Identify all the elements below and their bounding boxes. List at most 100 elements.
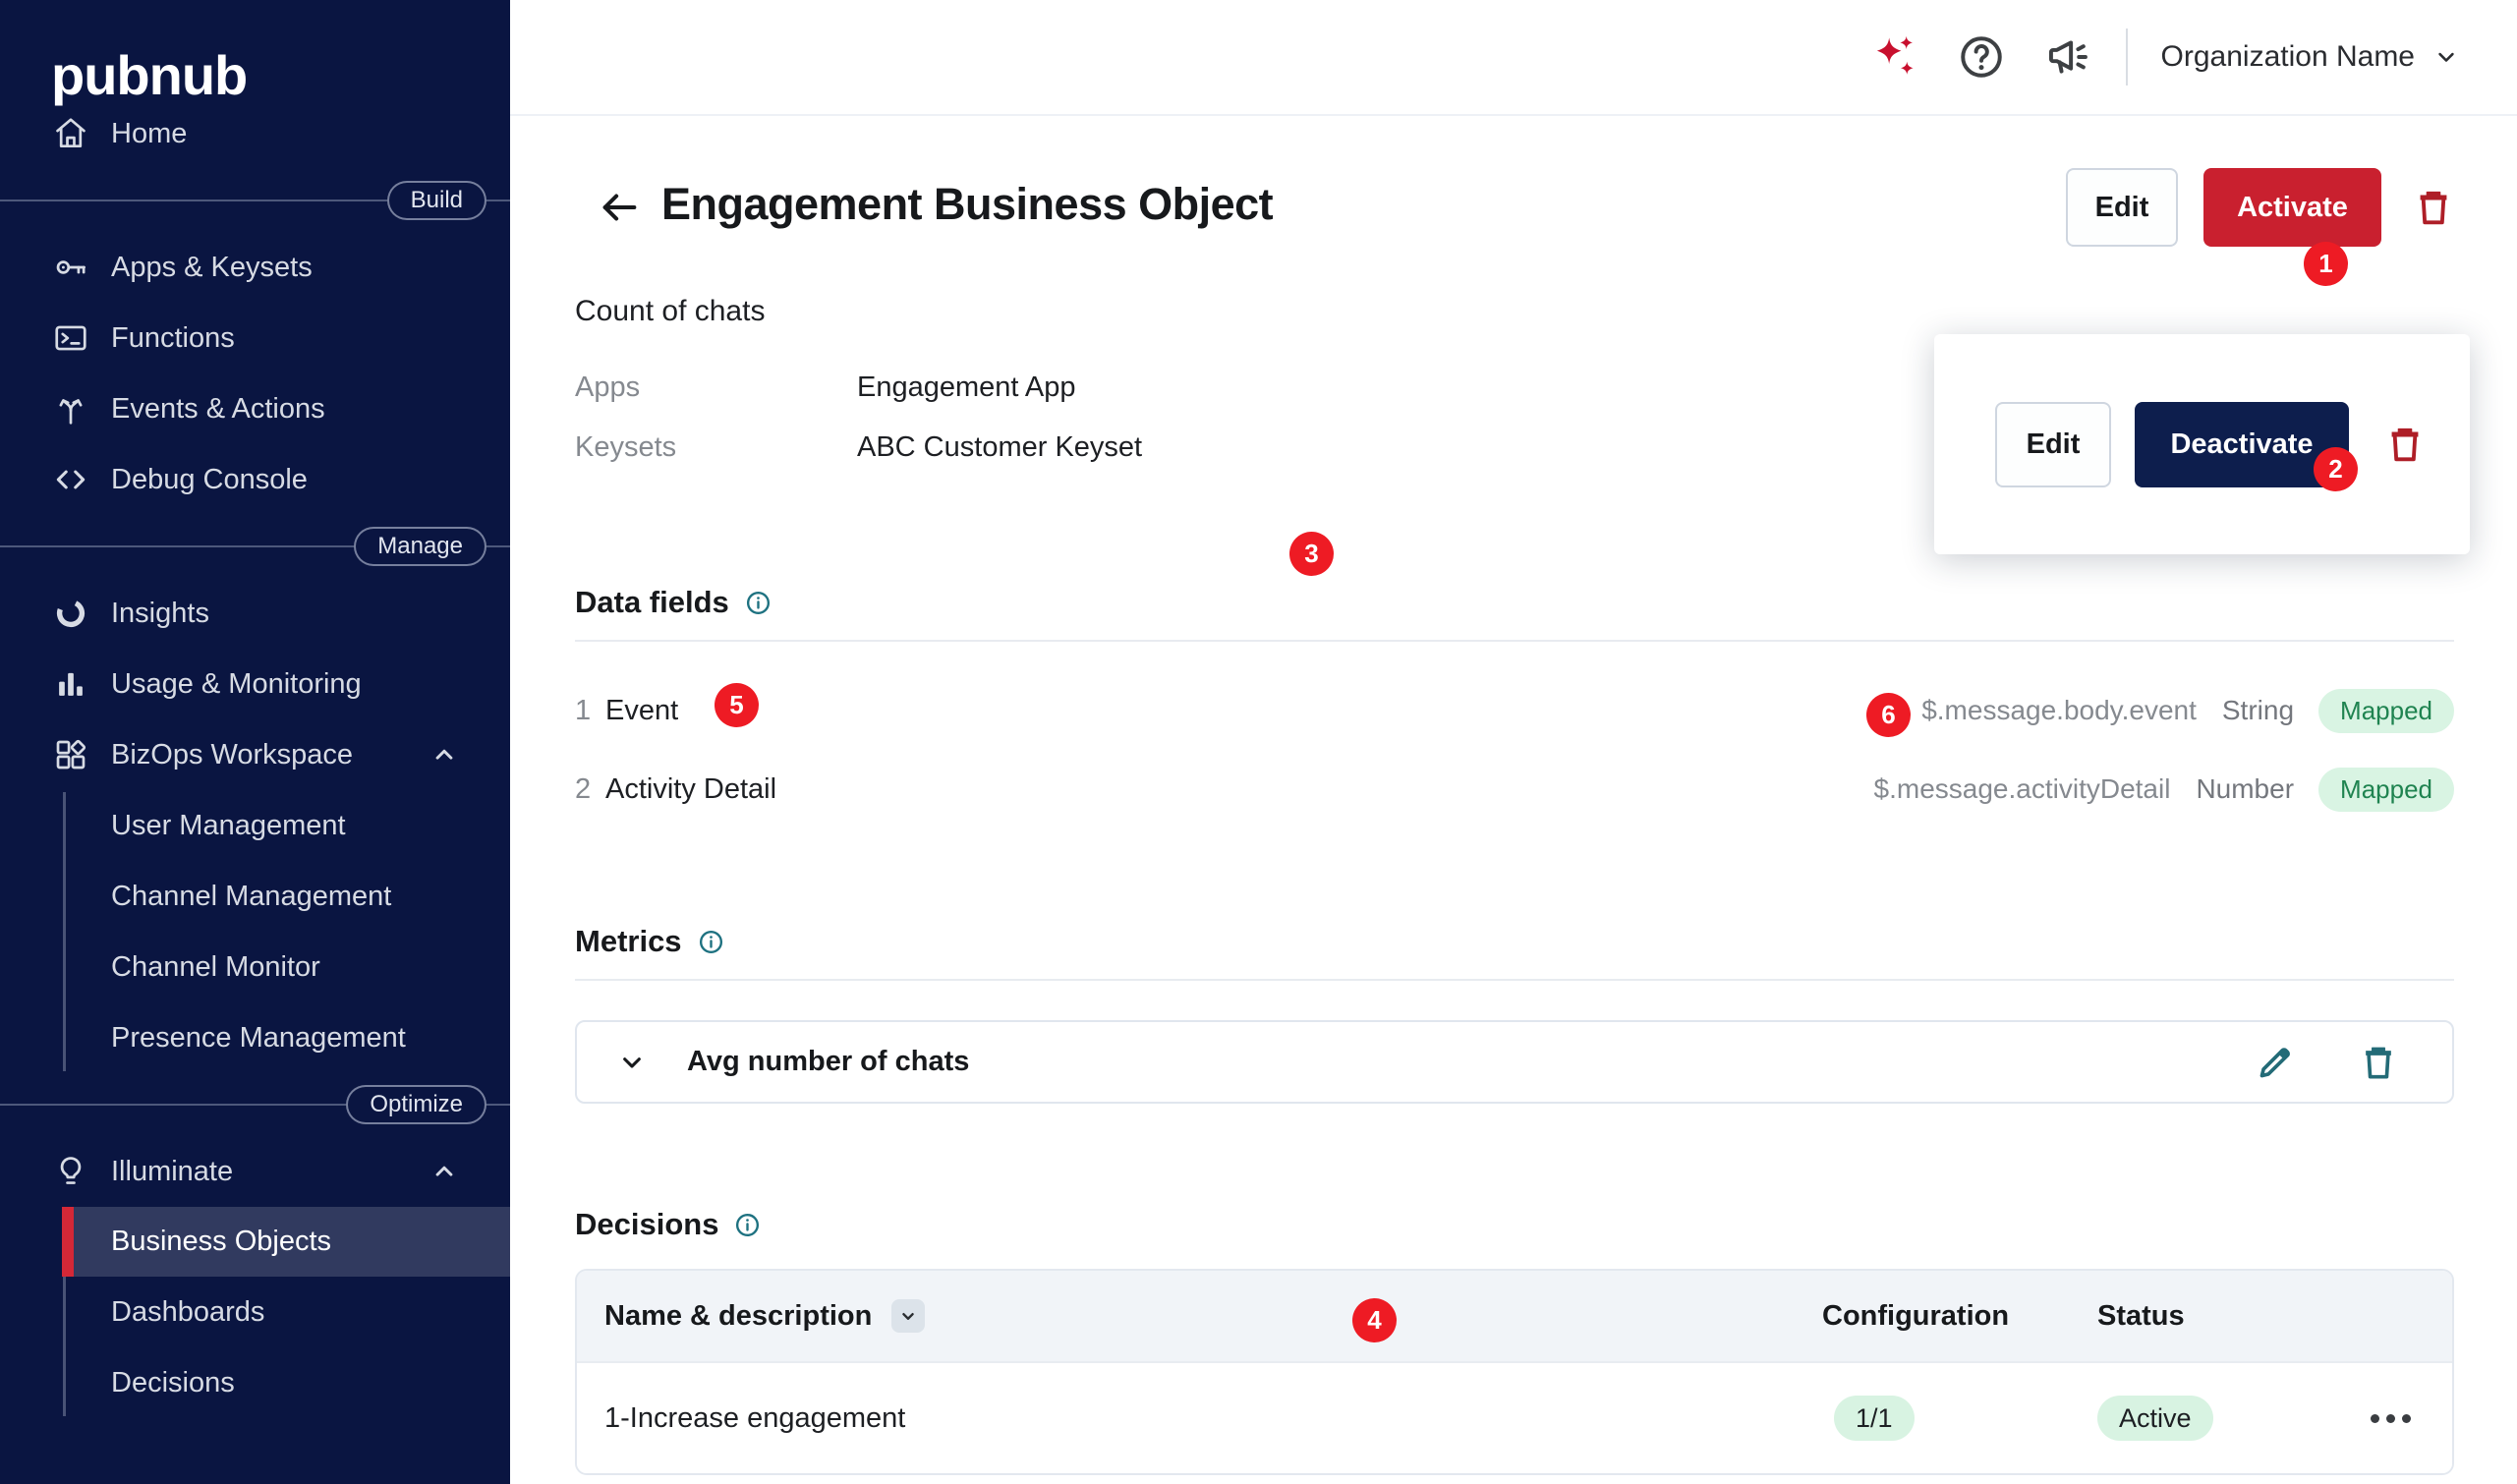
data-fields-section: Data fields 1 Event $.message.body.event…	[575, 585, 2454, 828]
annotation-badge-3: 3	[1289, 532, 1334, 576]
sidebar-item-apps-keysets[interactable]: Apps & Keysets	[0, 232, 510, 303]
sidebar-item-home[interactable]: Home	[0, 98, 510, 169]
sidebar-item-label: Insights	[111, 598, 209, 630]
annotation-badge-5: 5	[715, 683, 759, 727]
sidebar-item-presence-management[interactable]: Presence Management	[0, 1002, 510, 1073]
build-section-divider: Build	[0, 200, 510, 201]
sparkles-icon[interactable]	[1870, 32, 1919, 82]
sidebar-item-label: Debug Console	[111, 464, 308, 496]
edit-metric-pencil-icon[interactable]	[2251, 1038, 2300, 1087]
page-title: Engagement Business Object	[661, 179, 1273, 230]
edit-button[interactable]: Edit	[2066, 168, 2178, 247]
metrics-title: Metrics	[575, 924, 682, 959]
keysets-row: Keysets ABC Customer Keyset	[575, 431, 1142, 464]
home-icon	[51, 114, 90, 153]
business-object-description: Count of chats	[575, 295, 1142, 328]
keysets-label: Keysets	[575, 431, 857, 464]
sub-item-label: Business Objects	[111, 1226, 331, 1258]
decisions-table-header: Name & description Configuration Status	[577, 1271, 2452, 1361]
sidebar: pubnub Home Build Apps & Keysets Functio…	[0, 0, 510, 1484]
manage-section-pill: Manage	[354, 527, 486, 566]
section-divider	[575, 979, 2454, 981]
sidebar-item-user-management[interactable]: User Management	[0, 790, 510, 861]
decision-row[interactable]: 1-Increase engagement 1/1 Active	[577, 1361, 2452, 1473]
sidebar-item-label: Home	[111, 118, 187, 150]
chevron-down-icon[interactable]	[616, 1047, 648, 1078]
sidebar-item-debug-console[interactable]: Debug Console	[0, 444, 510, 515]
sidebar-item-decisions[interactable]: Decisions	[0, 1347, 510, 1418]
annotation-badge-4: 4	[1352, 1298, 1397, 1342]
sub-item-label: User Management	[111, 810, 346, 842]
field-type: Number	[2196, 773, 2294, 805]
sidebar-item-channel-monitor[interactable]: Channel Monitor	[0, 932, 510, 1002]
organization-switcher[interactable]: Organization Name	[2161, 40, 2460, 74]
metric-item: Avg number of chats	[575, 1020, 2454, 1104]
annotation-badge-1: 1	[2304, 242, 2348, 286]
sidebar-item-usage-monitoring[interactable]: Usage & Monitoring	[0, 649, 510, 719]
chevron-up-icon[interactable]	[429, 1157, 459, 1186]
popover-delete-icon[interactable]	[2380, 420, 2430, 469]
delete-icon[interactable]	[2409, 183, 2458, 232]
data-field-row: 1 Event $.message.body.event String Mapp…	[575, 671, 2454, 750]
sidebar-item-functions[interactable]: Functions	[0, 303, 510, 373]
sub-item-label: Channel Management	[111, 881, 391, 913]
activate-button[interactable]: Activate	[2203, 168, 2381, 247]
back-arrow-icon[interactable]	[597, 185, 642, 230]
info-icon[interactable]	[734, 1212, 761, 1238]
sidebar-item-events-actions[interactable]: Events & Actions	[0, 373, 510, 444]
sub-item-label: Presence Management	[111, 1022, 406, 1055]
field-path: $.message.activityDetail	[1874, 773, 2171, 805]
sort-toggle-button[interactable]	[891, 1299, 925, 1333]
key-icon	[51, 248, 90, 287]
decisions-section: Decisions Name & description Configurati…	[575, 1207, 2454, 1475]
sidebar-item-label: BizOps Workspace	[111, 739, 353, 771]
apps-value: Engagement App	[857, 371, 1076, 404]
field-path: $.message.body.event	[1921, 695, 2197, 726]
sidebar-item-bizops-workspace[interactable]: BizOps Workspace	[0, 719, 510, 790]
sub-item-label: Dashboards	[111, 1296, 264, 1329]
field-name: Activity Detail	[605, 773, 776, 806]
organization-name: Organization Name	[2161, 40, 2415, 74]
data-fields-title: Data fields	[575, 585, 729, 620]
sidebar-item-channel-management[interactable]: Channel Management	[0, 861, 510, 932]
sub-item-label: Channel Monitor	[111, 951, 320, 984]
keysets-value: ABC Customer Keyset	[857, 431, 1142, 464]
bizops-subnav: User Management Channel Management Chann…	[0, 790, 510, 1073]
data-field-row: 2 Activity Detail $.message.activityDeta…	[575, 750, 2454, 828]
sidebar-item-business-objects[interactable]: Business Objects	[62, 1207, 510, 1277]
mapped-badge: Mapped	[2318, 768, 2454, 812]
lightbulb-icon	[51, 1152, 90, 1191]
decisions-title: Decisions	[575, 1207, 718, 1242]
main-content: Organization Name Engagement Business Ob…	[510, 0, 2517, 1484]
delete-metric-icon[interactable]	[2354, 1038, 2403, 1087]
chevron-up-icon[interactable]	[429, 740, 459, 770]
sidebar-item-illuminate[interactable]: Illuminate	[0, 1136, 510, 1207]
sidebar-item-insights[interactable]: Insights	[0, 578, 510, 649]
info-icon[interactable]	[745, 590, 772, 616]
branching-arrows-icon	[51, 389, 90, 428]
code-brackets-icon	[51, 460, 90, 499]
business-object-overview: Count of chats Apps Engagement App Keyse…	[575, 295, 1142, 491]
popover-edit-button[interactable]: Edit	[1995, 402, 2111, 487]
sidebar-item-label: Functions	[111, 322, 235, 355]
status-badge: Active	[2097, 1396, 2213, 1441]
decision-name: 1-Increase engagement	[604, 1402, 905, 1435]
terminal-icon	[51, 318, 90, 358]
column-configuration-header: Configuration	[1822, 1300, 2009, 1333]
field-type: String	[2222, 695, 2294, 726]
field-name: Event	[605, 695, 678, 727]
pubnub-logo[interactable]: pubnub	[0, 0, 510, 98]
annotation-badge-2: 2	[2314, 447, 2358, 491]
field-index: 1	[575, 695, 595, 727]
build-section-pill: Build	[387, 181, 486, 220]
title-row: Engagement Business Object Edit Activate	[597, 168, 2458, 247]
announcements-icon[interactable]	[2043, 32, 2092, 82]
sidebar-item-dashboards[interactable]: Dashboards	[0, 1277, 510, 1347]
help-icon[interactable]	[1957, 32, 2006, 82]
metric-name: Avg number of chats	[687, 1046, 969, 1078]
apps-row: Apps Engagement App	[575, 371, 1142, 404]
info-icon[interactable]	[698, 929, 724, 955]
manage-section-divider: Manage	[0, 545, 510, 547]
row-actions-menu-icon[interactable]	[2371, 1414, 2411, 1423]
optimize-section-pill: Optimize	[346, 1085, 486, 1124]
